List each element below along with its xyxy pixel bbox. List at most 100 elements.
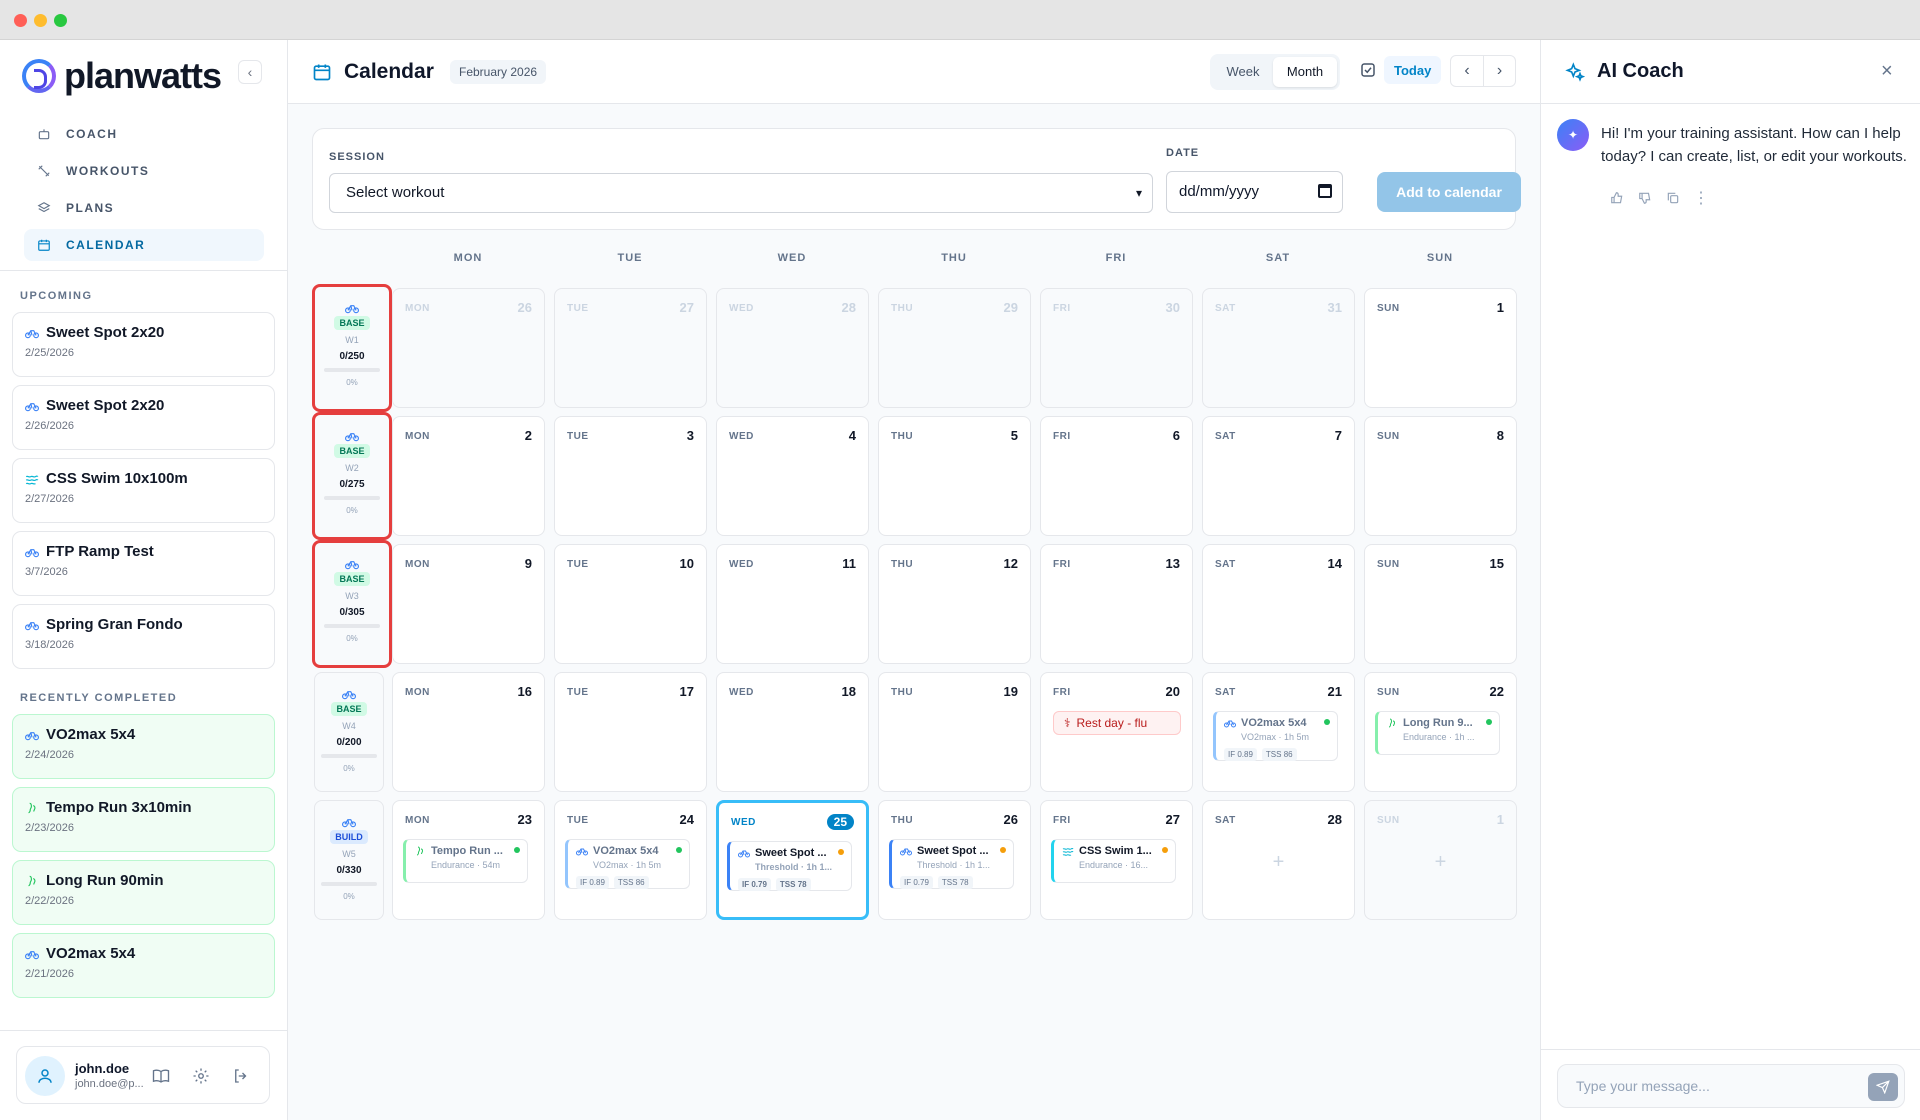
week-summary[interactable]: BASE W1 0/250 0% <box>312 284 392 412</box>
day-number: 8 <box>1496 428 1504 443</box>
calendar-day[interactable]: WED 18 <box>716 672 869 792</box>
calendar-day[interactable]: FRI 27 CSS Swim 1... Endurance · 16... <box>1040 800 1193 920</box>
completed-item[interactable]: VO2max 5x4 2/21/2026 <box>12 933 275 998</box>
add-session-plus-icon[interactable]: + <box>1365 851 1516 874</box>
week-summary[interactable]: BUILD W5 0/330 0% <box>314 800 384 920</box>
tab-week[interactable]: Week <box>1213 57 1273 87</box>
calendar-day[interactable]: WED 11 <box>716 544 869 664</box>
calendar-day[interactable]: MON 23 Tempo Run ... Endurance · 54m <box>392 800 545 920</box>
completed-item[interactable]: Long Run 90min 2/22/2026 <box>12 860 275 925</box>
calendar-day[interactable]: SUN 22 Long Run 9... Endurance · 1h ... <box>1364 672 1517 792</box>
calendar-day[interactable]: SAT 7 <box>1202 416 1355 536</box>
calendar-day[interactable]: FRI 13 <box>1040 544 1193 664</box>
prev-month-button[interactable]: ‹ <box>1451 56 1483 86</box>
calendar-event[interactable]: VO2max 5x4 VO2max · 1h 5m IF 0.89 TSS 86 <box>1213 711 1338 761</box>
sidebar-item-coach[interactable]: COACH <box>24 118 264 150</box>
sidebar-item-workouts[interactable]: WORKOUTS <box>24 155 264 187</box>
tab-month[interactable]: Month <box>1273 57 1337 87</box>
calendar-day[interactable]: FRI 20 ⚕ Rest day - flu <box>1040 672 1193 792</box>
calendar-event[interactable]: Sweet Spot ... Threshold · 1h 1... IF 0.79… <box>889 839 1014 889</box>
today-button[interactable]: Today <box>1384 56 1442 84</box>
more-button[interactable]: ⋮ <box>1693 190 1709 207</box>
upcoming-item[interactable]: Spring Gran Fondo 3/18/2026 <box>12 604 275 669</box>
calendar-day[interactable]: TUE 24 VO2max 5x4 VO2max · 1h 5m IF 0.89 TSS … <box>554 800 707 920</box>
calendar-event[interactable]: Sweet Spot ... Threshold · 1h 1... IF 0.79… <box>727 841 852 891</box>
maximize-window-button[interactable] <box>54 14 67 27</box>
message-input[interactable]: Type your message... <box>1557 1064 1905 1108</box>
sidebar-item-calendar[interactable]: CALENDAR <box>24 229 264 261</box>
calendar-day[interactable]: TUE 10 <box>554 544 707 664</box>
collapse-sidebar-button[interactable]: ‹ <box>238 60 262 84</box>
calendar-day[interactable]: FRI 6 <box>1040 416 1193 536</box>
rest-day-badge[interactable]: ⚕ Rest day - flu <box>1053 711 1181 735</box>
add-session-plus-icon[interactable]: + <box>1203 851 1354 874</box>
week-summary[interactable]: BASE W3 0/305 0% <box>312 540 392 668</box>
calendar-day[interactable]: THU 26 Sweet Spot ... Threshold · 1h 1... IF… <box>878 800 1031 920</box>
calendar-day[interactable]: TUE 3 <box>554 416 707 536</box>
status-dot <box>1162 847 1168 853</box>
copy-button[interactable] <box>1665 190 1681 206</box>
close-coach-button[interactable]: × <box>1881 60 1893 83</box>
calendar-day[interactable]: SAT 31 <box>1202 288 1355 408</box>
calendar-event[interactable]: CSS Swim 1... Endurance · 16... <box>1051 839 1176 883</box>
thumbs-up-button[interactable] <box>1609 190 1625 206</box>
upcoming-item[interactable]: CSS Swim 10x100m 2/27/2026 <box>12 458 275 523</box>
settings-button[interactable] <box>191 1066 211 1086</box>
sidebar-item-plans[interactable]: PLANS <box>24 192 264 224</box>
logo[interactable]: planwatts <box>22 54 222 98</box>
calendar-day[interactable]: THU 19 <box>878 672 1031 792</box>
swim-icon <box>25 472 39 486</box>
add-to-calendar-button[interactable]: Add to calendar <box>1377 172 1521 212</box>
calendar-event[interactable]: Tempo Run ... Endurance · 54m <box>403 839 528 883</box>
calendar-day[interactable]: SAT 14 <box>1202 544 1355 664</box>
docs-button[interactable] <box>151 1066 171 1086</box>
metric-chip: IF 0.79 <box>900 876 933 889</box>
calendar-day-today[interactable]: WED 25 Sweet Spot ... Threshold · 1h 1... IF… <box>716 800 869 920</box>
minimize-window-button[interactable] <box>34 14 47 27</box>
calendar-day[interactable]: SAT 21 VO2max 5x4 VO2max · 1h 5m IF 0.89 TSS … <box>1202 672 1355 792</box>
calendar-event[interactable]: VO2max 5x4 VO2max · 1h 5m IF 0.89 TSS 86 <box>565 839 690 889</box>
upcoming-item[interactable]: Sweet Spot 2x20 2/25/2026 <box>12 312 275 377</box>
calendar-day[interactable]: TUE 27 <box>554 288 707 408</box>
send-button[interactable] <box>1868 1073 1898 1101</box>
run-icon <box>414 846 426 856</box>
calendar-day[interactable]: THU 12 <box>878 544 1031 664</box>
calendar-day[interactable]: MON 26 <box>392 288 545 408</box>
calendar-day[interactable]: SUN 1 + <box>1364 800 1517 920</box>
calendar-day[interactable]: SAT 28 + <box>1202 800 1355 920</box>
calendar-event[interactable]: Long Run 9... Endurance · 1h ... <box>1375 711 1500 755</box>
workout-title-text: Spring Gran Fondo <box>46 616 183 633</box>
event-title: Long Run 9... <box>1386 717 1499 729</box>
calendar-day[interactable]: SUN 1 <box>1364 288 1517 408</box>
select-mode-button[interactable] <box>1352 54 1384 86</box>
calendar-day[interactable]: MON 9 <box>392 544 545 664</box>
calendar-day[interactable]: SUN 8 <box>1364 416 1517 536</box>
workout-select[interactable]: Select workout ▾ <box>329 173 1153 213</box>
more-vertical-icon: ⋮ <box>1693 190 1709 207</box>
close-window-button[interactable] <box>14 14 27 27</box>
week-summary[interactable]: BASE W2 0/275 0% <box>312 412 392 540</box>
next-month-button[interactable]: › <box>1483 56 1515 86</box>
date-input[interactable]: dd/mm/yyyy <box>1166 171 1343 213</box>
avatar[interactable] <box>25 1056 65 1096</box>
calendar-day[interactable]: SUN 15 <box>1364 544 1517 664</box>
week-tss: 0/330 <box>336 865 362 876</box>
week-summary[interactable]: BASE W4 0/200 0% <box>314 672 384 792</box>
completed-item[interactable]: Tempo Run 3x10min 2/23/2026 <box>12 787 275 852</box>
thumbs-down-button[interactable] <box>1637 190 1653 206</box>
calendar-day[interactable]: WED 4 <box>716 416 869 536</box>
calendar-day[interactable]: MON 16 <box>392 672 545 792</box>
calendar-day[interactable]: FRI 30 <box>1040 288 1193 408</box>
calendar-day[interactable]: MON 2 <box>392 416 545 536</box>
upcoming-item[interactable]: FTP Ramp Test 3/7/2026 <box>12 531 275 596</box>
calendar-day[interactable]: TUE 17 <box>554 672 707 792</box>
calendar-day[interactable]: THU 29 <box>878 288 1031 408</box>
calendar-picker-icon[interactable] <box>1318 184 1332 198</box>
calendar-day[interactable]: WED 28 <box>716 288 869 408</box>
upcoming-item[interactable]: Sweet Spot 2x20 2/26/2026 <box>12 385 275 450</box>
workout-title-text: Sweet Spot 2x20 <box>46 397 165 414</box>
calendar-day[interactable]: THU 5 <box>878 416 1031 536</box>
completed-item[interactable]: VO2max 5x4 2/24/2026 <box>12 714 275 779</box>
logout-button[interactable] <box>231 1066 251 1086</box>
day-weekday: TUE <box>567 303 589 314</box>
